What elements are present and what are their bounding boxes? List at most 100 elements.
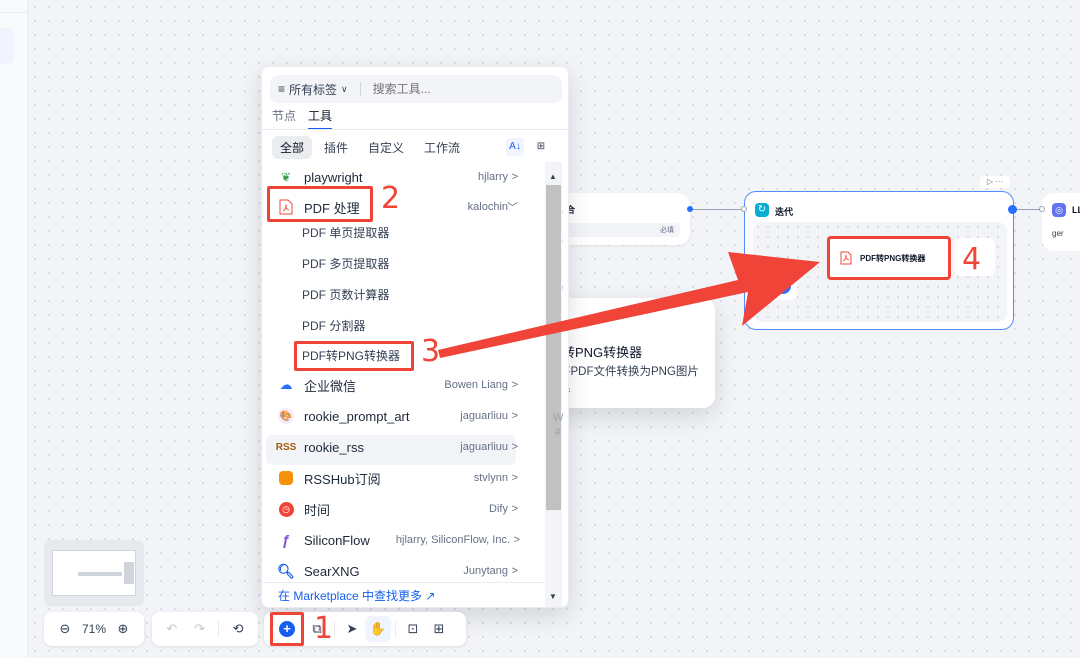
annotation-box-3 [294,341,414,371]
tool-name: SiliconFlow [304,532,370,548]
toolbar-divider [334,621,335,637]
history-icon[interactable]: ⟲ [225,616,251,642]
chevron-right-icon: > [511,472,518,484]
list-item[interactable]: RSS rookie_rss jaguarliuu > [262,432,544,462]
scroll-up-arrow[interactable]: ▲ [549,172,557,181]
pointer-icon[interactable]: ➤ [339,616,365,642]
chevron-right-icon: > [511,410,518,422]
chevron-right-icon: > [511,379,518,391]
minimap[interactable] [44,540,144,606]
alphabet-index-tail[interactable]: W # [553,411,563,439]
tab-nodes[interactable]: 节点 [272,107,296,130]
tag-filter-label: 所有标签 [289,82,338,97]
node-a-output-port[interactable] [687,206,693,212]
edge-iter-llm [1014,209,1042,210]
left-rail [0,0,28,658]
tabs-divider [262,129,568,130]
tool-category-tabs: 全部 插件 自定义 工作流 [272,136,468,159]
pdf-to-png-tool-node[interactable]: PDF转PNG转换器 [827,236,951,280]
annotation-number-4: 4 [962,242,982,277]
playwright-icon: ❦ [280,170,292,184]
export-image-icon[interactable]: ⊡ [400,616,426,642]
list-item[interactable]: RSSHub订阅 stvlynn > [262,463,544,493]
subtab-plugins[interactable]: 插件 [316,136,356,159]
tree-view-icon[interactable]: ⊞ [532,138,550,156]
sub-tool-item[interactable]: PDF 分割器 [302,317,365,334]
toolbar-divider [218,621,220,637]
zoom-control: ⊖ 71% ⊕ [44,612,144,646]
list-item[interactable]: ☁ 企业微信 Bowen Liang > [262,370,544,400]
organize-blocks-icon[interactable]: ⊞ [426,616,452,642]
palette-icon: 🎨 [278,408,294,424]
view-toggle: A↓ ⊞ [506,138,550,156]
index-letter[interactable]: # [553,425,563,439]
llm-node[interactable]: ◎ LL ger [1042,193,1080,251]
zoom-out-icon[interactable]: ⊖ [52,616,78,642]
search-bar: ≡ 所有标签 ∨ [270,75,562,103]
annotation-number-3: 3 [421,334,441,369]
tab-tools[interactable]: 工具 [308,107,333,130]
annotation-number-1: 1 [314,611,334,646]
tool-name: 企业微信 [304,378,357,394]
search-input[interactable] [372,82,523,96]
chevron-right-icon: > [511,171,518,183]
chevron-down-icon: ﹀ [507,202,518,214]
iteration-input-port[interactable] [741,206,747,212]
tool-name: rookie_prompt_art [304,408,410,424]
iteration-title: 迭代 [775,207,794,217]
minimap-node [124,562,134,584]
sub-tool-item[interactable]: PDF 页数计算器 [302,286,389,303]
tool-author: Junytang [463,565,508,577]
scrollbar-thumb[interactable] [546,185,561,510]
zoom-in-icon[interactable]: ⊕ [110,616,136,642]
zoom-level[interactable]: 71% [82,622,106,636]
redo-icon[interactable]: ↷ [187,616,213,642]
sub-tool-item[interactable]: PDF 单页提取器 [302,224,389,241]
subtab-workflow[interactable]: 工作流 [416,136,468,159]
rail-active-item[interactable] [0,28,14,64]
tool-name: playwright [304,169,363,185]
subtab-all[interactable]: 全部 [272,136,313,159]
scroll-down-arrow[interactable]: ▼ [549,592,557,601]
subtab-custom[interactable]: 自定义 [360,136,412,159]
rail-divider [0,12,28,13]
sort-alpha-icon[interactable]: A↓ [506,138,524,156]
node-mini-toolbar[interactable]: ▷ ··· [980,176,1010,188]
tool-name: RSSHub订阅 [304,471,381,487]
toolbar-divider [395,621,396,637]
llm-model: ger [1052,229,1064,238]
hand-icon[interactable]: ✋ [365,616,391,642]
search-icon: 🔍︎ [277,562,295,579]
chevron-right-icon: > [511,441,518,453]
tool-picker-panel: ≡ 所有标签 ∨ 节点 工具 全部 插件 自定义 工作流 A↓ ⊞ ❦ play… [261,66,569,608]
sub-tool-item[interactable]: PDF 多页提取器 [302,255,389,272]
tool-author: jaguarliuu [460,441,508,453]
siliconflow-icon: ƒ [281,531,291,549]
list-item[interactable]: 🔍︎ SearXNG Junytang > [262,556,544,582]
tag-filter[interactable]: ≡ 所有标签 ∨ [278,81,348,98]
list-item[interactable]: ◷ 时间 Dify > [262,494,544,524]
canvas-toolbar: + ⧉ ➤ ✋ ⊡ ⊞ [264,612,466,646]
llm-input-port[interactable] [1039,206,1045,212]
rss-icon: RSS [275,441,297,453]
list-item[interactable]: 🎨 rookie_prompt_art jaguarliuu > [262,401,544,431]
undo-icon[interactable]: ↶ [159,616,185,642]
iteration-start-node[interactable]: ⌂ [769,272,797,300]
tool-author: hjlarry, SiliconFlow, Inc. [395,534,510,546]
chevron-right-icon: > [513,534,520,546]
chevron-right-icon: > [511,503,518,515]
wecom-icon: ☁ [279,377,293,392]
iteration-output-port[interactable] [1008,205,1017,214]
marketplace-link[interactable]: 在 Marketplace 中查找更多 ↗ [262,582,544,607]
search-divider [359,82,361,96]
clock-icon: ◷ [278,501,294,517]
edge-a-iter [690,209,744,210]
tool-list: ❦ playwright hjlarry > PDF 处理 kalochin ﹀… [262,162,544,582]
llm-icon: ◎ [1052,203,1066,217]
workflow-node-aggregate[interactable]: 合 必填 [548,193,690,245]
llm-title: LL [1072,205,1080,215]
index-letter[interactable]: W [553,411,563,425]
add-node-button[interactable]: + [270,612,304,646]
tool-author: Dify [489,503,508,515]
list-item[interactable]: ƒ SiliconFlow hjlarry, SiliconFlow, Inc.… [262,525,544,555]
